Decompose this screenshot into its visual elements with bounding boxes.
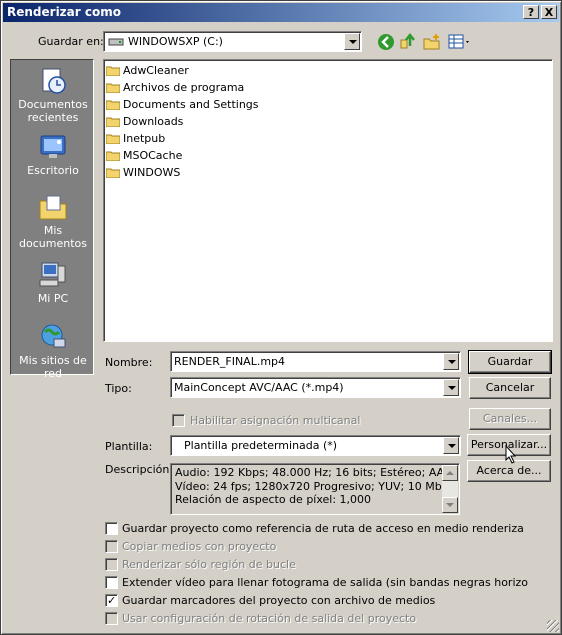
place-label: documentos <box>19 237 87 250</box>
folder-item[interactable]: Downloads <box>106 113 183 130</box>
window-title: Renderizar como <box>7 5 121 19</box>
folder-item[interactable]: AdwCleaner <box>106 62 189 79</box>
folder-name: Documents and Settings <box>123 98 259 111</box>
place-my-documents[interactable]: Mis documentos <box>11 192 95 250</box>
option-label: Renderizar sólo región de bucle <box>122 558 296 571</box>
title-bar[interactable]: Renderizar como <box>3 3 559 22</box>
up-folder-icon[interactable] <box>399 32 417 50</box>
folder-item[interactable]: MSOCache <box>106 147 182 164</box>
folder-icon <box>106 66 120 76</box>
multichannel-checkbox[interactable] <box>172 414 185 427</box>
resize-grip-icon[interactable] <box>547 620 559 632</box>
chevron-down-icon[interactable] <box>344 33 360 50</box>
filename-input[interactable]: RENDER_FINAL.mp4 <box>174 355 285 368</box>
file-list[interactable]: AdwCleaner Archivos de programa Document… <box>103 59 553 342</box>
place-label: Mis <box>43 224 63 237</box>
place-label: Escritorio <box>27 164 79 177</box>
file-type-value: MainConcept AVC/AAC (*.mp4) <box>174 381 344 394</box>
folder-name: Archivos de programa <box>123 81 245 94</box>
place-label: Documentos <box>18 98 88 111</box>
folder-icon <box>106 117 120 127</box>
option-label: Guardar proyecto como referencia de ruta… <box>122 522 524 535</box>
scroll-up-icon[interactable] <box>442 465 458 481</box>
checkbox-save-markers[interactable]: ✓ <box>105 594 118 607</box>
folder-name: MSOCache <box>123 149 183 162</box>
places-bar: Documentos recientes Escritorio Mis docu… <box>10 59 95 380</box>
scroll-down-icon[interactable] <box>442 497 458 513</box>
chevron-down-icon[interactable] <box>443 353 459 370</box>
template-select[interactable]: Plantilla predeterminada (*) <box>170 435 461 456</box>
filename-label: Nombre: <box>105 356 153 369</box>
multichannel-label: Habilitar asignación multicanal <box>190 414 361 427</box>
description-box: Audio: 192 Kbps; 48.000 Hz; 16 bits; Est… <box>170 463 460 515</box>
filename-combo[interactable]: RENDER_FINAL.mp4 <box>170 351 461 372</box>
place-recent-documents[interactable]: Documentos recientes <box>11 66 95 124</box>
description-scrollbar[interactable] <box>442 465 458 513</box>
option-label: Copiar medios con proyecto <box>122 540 277 553</box>
checkbox-stretch-video[interactable] <box>105 576 118 589</box>
template-value: Plantilla predeterminada (*) <box>184 439 338 452</box>
network-places-icon <box>38 322 68 352</box>
folder-icon <box>106 83 120 93</box>
place-label: recientes <box>27 111 79 124</box>
cancel-button[interactable]: Cancelar <box>469 377 551 399</box>
my-documents-icon <box>38 192 68 222</box>
drive-icon <box>108 36 124 46</box>
save-button[interactable]: Guardar <box>468 350 552 374</box>
folder-item[interactable]: WINDOWS <box>106 164 180 181</box>
folder-icon <box>106 134 120 144</box>
place-my-computer[interactable]: Mi PC <box>11 260 95 305</box>
description-label: Descripción: <box>105 463 174 476</box>
close-button[interactable]: X <box>541 5 557 19</box>
new-folder-icon[interactable] <box>423 33 441 51</box>
place-label: Mi PC <box>37 292 69 305</box>
help-button[interactable]: ? <box>523 5 539 19</box>
folder-icon <box>106 151 120 161</box>
view-menu-icon[interactable] <box>448 33 472 51</box>
save-in-label: Guardar en: <box>38 35 104 48</box>
checkbox-render-loop-region[interactable] <box>105 558 118 571</box>
description-line: Vídeo: 24 fps; 1280x720 Progresivo; YUV;… <box>175 480 455 493</box>
channels-button[interactable]: Canales... <box>469 408 551 430</box>
option-label: Guardar marcadores del proyecto con arch… <box>122 594 436 607</box>
place-label: Mis sitios de red <box>19 354 87 380</box>
recent-documents-icon <box>38 66 68 96</box>
file-type-select[interactable]: MainConcept AVC/AAC (*.mp4) <box>170 377 461 398</box>
checkbox-copy-media[interactable] <box>105 540 118 553</box>
folder-name: Downloads <box>123 115 184 128</box>
folder-item[interactable]: Archivos de programa <box>106 79 244 96</box>
folder-icon <box>106 100 120 110</box>
template-label: Plantilla: <box>105 440 153 453</box>
save-in-value: WINDOWSXP (C:) <box>128 35 223 48</box>
chevron-down-icon[interactable] <box>443 379 459 396</box>
checkbox-rotation-config[interactable] <box>105 612 118 625</box>
folder-name: WINDOWS <box>123 166 181 179</box>
place-desktop[interactable]: Escritorio <box>11 132 95 177</box>
place-network-places[interactable]: Mis sitios de red <box>11 322 95 380</box>
folder-icon <box>106 168 120 178</box>
my-computer-icon <box>38 260 68 290</box>
folder-name: Inetpub <box>123 132 166 145</box>
folder-name: AdwCleaner <box>123 64 189 77</box>
option-label: Usar configuración de rotación de salida… <box>122 612 417 625</box>
desktop-icon <box>38 132 68 162</box>
back-icon[interactable] <box>377 33 395 51</box>
type-label: Tipo: <box>105 382 132 395</box>
mouse-cursor-icon <box>505 444 519 465</box>
save-in-combo[interactable]: WINDOWSXP (C:) <box>103 31 362 52</box>
folder-item[interactable]: Inetpub <box>106 130 165 147</box>
description-line: Audio: 192 Kbps; 48.000 Hz; 16 bits; Est… <box>175 466 452 479</box>
checkbox-save-path-reference[interactable] <box>105 522 118 535</box>
folder-item[interactable]: Documents and Settings <box>106 96 259 113</box>
description-line: Relación de aspecto de píxel: 1,000 <box>175 493 372 506</box>
option-label: Extender vídeo para llenar fotograma de … <box>122 576 529 589</box>
chevron-down-icon[interactable] <box>443 437 459 454</box>
checkmark-icon: ✓ <box>107 594 117 607</box>
render-as-dialog: Renderizar como ? X Guardar en: WINDOWSX… <box>0 0 562 635</box>
